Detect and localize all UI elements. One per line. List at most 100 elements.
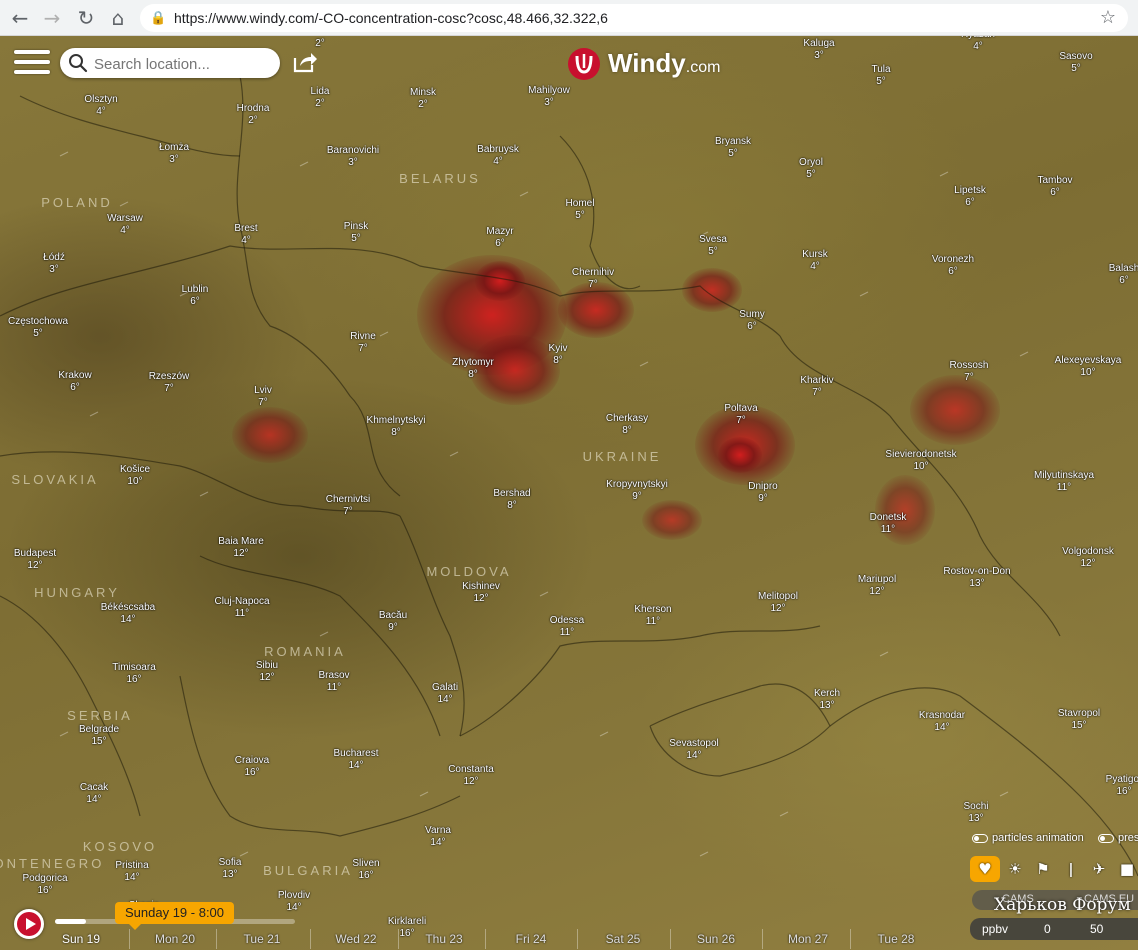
back-arrow-icon[interactable]: ← [6,4,34,32]
city-label[interactable]: Békéscsaba 14° [101,602,155,626]
pressure-toggle[interactable]: pres [1098,832,1138,844]
webcam-icon[interactable]: ■ [1112,856,1138,882]
city-label[interactable]: Kursk 4° [802,249,828,273]
timeline-day[interactable]: Sat 25 [606,932,641,946]
city-label[interactable]: Mariupol 12° [858,574,896,598]
city-label[interactable]: Donetsk 11° [870,512,907,536]
city-label[interactable]: Częstochowa 5° [8,316,68,340]
city-label[interactable]: Lublin 6° [182,284,209,308]
city-label[interactable]: Bryansk 5° [715,136,751,160]
city-label[interactable]: Pinsk 5° [344,221,368,245]
timeline-day[interactable]: Thu 23 [425,932,462,946]
city-label[interactable]: Homel 5° [566,198,595,222]
flag-icon[interactable]: ⚑ [1028,856,1058,882]
search-box[interactable] [60,48,280,78]
city-label[interactable]: Mahilyow 3° [528,85,570,109]
city-label[interactable]: Sofia 13° [219,857,242,881]
airplane-icon[interactable]: ✈ [1084,856,1114,882]
city-label[interactable]: Dnipro 9° [748,481,777,505]
city-label[interactable]: Warsaw 4° [107,213,143,237]
city-label[interactable]: Sevastopol 14° [669,738,718,762]
city-label[interactable]: Pyatigor16° [1106,774,1138,798]
particles-toggle[interactable]: particles animation [972,832,1084,844]
timeline-day[interactable]: Mon 27 [788,932,828,946]
city-label[interactable]: Lida 2° [311,86,330,110]
city-label[interactable]: Kharkiv 7° [800,375,833,399]
timeline-track[interactable]: Sunday 19 - 8:00 [55,902,295,930]
timeline-day[interactable]: Sun 26 [697,932,735,946]
city-label[interactable]: Alexeyevskaya 10° [1055,355,1122,379]
city-label[interactable]: Melitopol 12° [758,591,798,615]
city-label[interactable]: Cacak 14° [80,782,108,806]
city-label[interactable]: Kerch 13° [814,688,840,712]
city-label[interactable]: Chernihiv 7° [572,267,614,291]
city-label[interactable]: Craiova 16° [235,755,269,779]
search-input[interactable] [92,52,274,76]
play-button[interactable] [14,909,44,939]
url-text[interactable]: https://www.windy.com/-CO-concentration-… [174,10,608,26]
timeline-day[interactable]: Wed 22 [335,932,376,946]
city-label[interactable]: Milyutinskaya 11° [1034,470,1094,494]
city-label[interactable]: Sliven 16° [352,858,379,882]
city-label[interactable]: Tula 5° [871,64,890,88]
city-label[interactable]: Kropyvnytskyi 9° [606,479,668,503]
city-label[interactable]: Sasovo 5° [1059,51,1092,75]
city-label[interactable]: Lviv 7° [254,385,272,409]
city-label[interactable]: Chernivtsi 7° [326,494,370,518]
city-label[interactable]: Bucharest 14° [333,748,378,772]
city-label[interactable]: Rostov-on-Don 13° [943,566,1010,590]
city-label[interactable]: Olsztyn 4° [84,94,117,118]
thermometer-icon[interactable]: ǀ [1056,856,1086,882]
city-label[interactable]: Sievierodonetsk 10° [885,449,956,473]
timeline-day[interactable]: Mon 20 [155,932,195,946]
city-label[interactable]: Baranovichi 3° [327,145,379,169]
current-time-bubble[interactable]: Sunday 19 - 8:00 [115,902,235,930]
address-bar[interactable]: 🔒 https://www.windy.com/-CO-concentratio… [140,4,1128,32]
city-label[interactable]: Bacău 9° [379,610,407,634]
city-label[interactable]: Rzeszów 7° [149,371,190,395]
city-label[interactable]: Łomża 3° [159,142,189,166]
map-canvas[interactable]: POLAND BELARUS UKRAINE SLOVAKIA HUNGARY MOLDO… [0,36,1138,950]
city-label[interactable]: Košice 10° [120,464,150,488]
city-label[interactable]: Bershad 8° [493,488,530,512]
city-label[interactable]: Khmelnytskyi 8° [367,415,426,439]
city-label[interactable]: Krakow 6° [58,370,91,394]
city-label[interactable]: Belgrade 15° [79,724,119,748]
city-label[interactable]: Poltava 7° [724,403,757,427]
reload-icon[interactable]: ↻ [72,4,100,32]
share-icon[interactable] [292,50,318,74]
hamburger-menu-icon[interactable] [14,50,50,78]
city-label[interactable]: Vilnius2° [305,36,334,50]
city-label[interactable]: Brest 4° [234,223,257,247]
city-label[interactable]: Babruysk 4° [477,144,519,168]
city-label[interactable]: Pristina 14° [115,860,148,884]
city-label[interactable]: Łódź 3° [43,252,65,276]
city-label[interactable]: Kherson 11° [634,604,671,628]
city-label[interactable]: Kaluga 3° [803,38,834,62]
city-label[interactable]: Lipetsk 6° [954,185,986,209]
forward-arrow-icon[interactable]: → [38,4,66,32]
timeline-day[interactable]: Fri 24 [516,932,547,946]
city-label[interactable]: Ryazan4° [961,36,995,53]
city-label[interactable]: Brasov 11° [318,670,349,694]
city-label[interactable]: Balash 6° [1109,263,1138,287]
weather-sun-cloud-icon[interactable]: ☀ [1000,856,1030,882]
timeline-day[interactable]: Sun 19 [62,932,100,946]
city-label[interactable]: Timisoara 16° [112,662,156,686]
city-label[interactable]: Kyiv 8° [549,343,568,367]
city-label[interactable]: Galati 14° [432,682,458,706]
city-label[interactable]: Voronezh 6° [932,254,974,278]
city-label[interactable]: Podgorica 16° [22,873,67,897]
city-label[interactable]: Stavropol 15° [1058,708,1100,732]
bookmark-star-icon[interactable]: ☆ [1100,7,1116,28]
city-label[interactable]: Rivne 7° [350,331,376,355]
city-label[interactable]: Odessa 11° [550,615,584,639]
city-label[interactable]: Cluj-Napoca 11° [214,596,269,620]
city-label[interactable]: Krasnodar 14° [919,710,965,734]
city-label[interactable]: Varna 14° [425,825,451,849]
city-label[interactable]: Constanta 12° [448,764,494,788]
city-label[interactable]: Sumy 6° [739,309,765,333]
city-label[interactable]: Budapest 12° [14,548,56,572]
city-label[interactable]: Sibiu 12° [256,660,278,684]
timeline-day[interactable]: Tue 28 [878,932,915,946]
